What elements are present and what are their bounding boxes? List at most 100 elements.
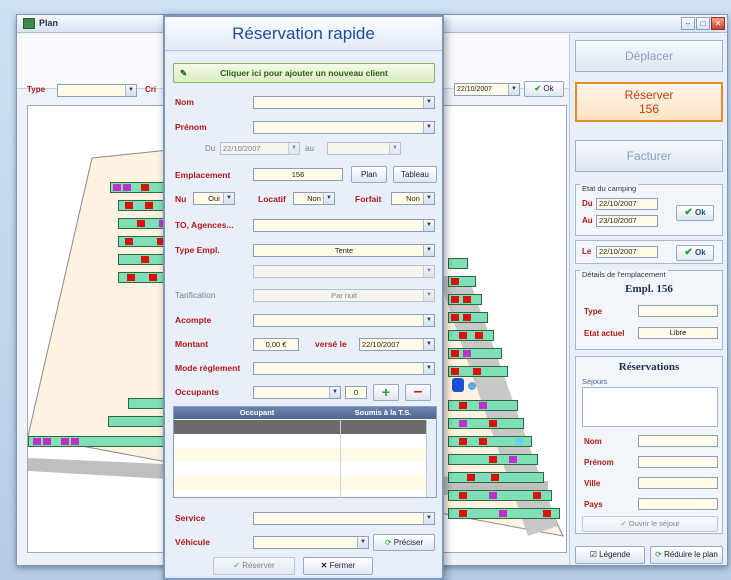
plan-ok-button[interactable]: ✔ Ok xyxy=(524,81,564,97)
remove-occupant-button[interactable]: – xyxy=(405,384,431,401)
date-le-group: Le 22/10/2007 ✔ Ok xyxy=(575,240,723,264)
table-row[interactable] xyxy=(174,448,426,462)
empl-title: Empl. 156 xyxy=(625,283,673,295)
au-date[interactable]: ▼ xyxy=(327,142,401,155)
emplacement-field[interactable]: 156 xyxy=(253,168,343,181)
dialog-body: ✎ Cliquer ici pour ajouter un nouveau cl… xyxy=(165,52,442,576)
site-row[interactable] xyxy=(448,400,518,411)
type-empl-select[interactable]: Tente ▼ xyxy=(253,244,435,257)
occupants-count: 0 xyxy=(353,388,359,397)
montant-field[interactable]: 0,00 € xyxy=(253,338,299,351)
tarification-label: Tarification xyxy=(175,290,216,300)
emplacement-value: 156 xyxy=(291,170,305,179)
chevron-down-icon: ▼ xyxy=(389,143,400,154)
occupants-count-field[interactable]: 0 xyxy=(345,386,367,399)
prenom-select[interactable]: ▼ xyxy=(253,121,435,134)
site-row[interactable] xyxy=(28,436,178,447)
close-icon[interactable]: ✕ xyxy=(711,17,725,30)
chevron-down-icon: ▼ xyxy=(423,122,434,133)
le-date[interactable]: 22/10/2007 xyxy=(596,246,658,258)
site-row[interactable] xyxy=(448,454,538,465)
plan-button[interactable]: Plan xyxy=(351,166,387,183)
nu-select[interactable]: Oui ▼ xyxy=(193,192,235,205)
site-row[interactable] xyxy=(448,294,482,305)
reduire-plan-button[interactable]: ⟳ Réduire le plan xyxy=(650,546,723,564)
montant-label: Montant xyxy=(175,339,209,349)
preciser-button[interactable]: ⟳ Préciser xyxy=(373,534,435,551)
reserver-dialog-button[interactable]: ✔ Réserver xyxy=(213,557,295,575)
site-row[interactable] xyxy=(448,312,488,323)
etat-au-date[interactable]: 23/10/2007 xyxy=(596,215,658,227)
type-empl-sub-select[interactable]: ▼ xyxy=(253,265,435,278)
chevron-down-icon: ▼ xyxy=(288,143,299,154)
sejours-list[interactable] xyxy=(582,387,718,427)
service-select[interactable]: ▼ xyxy=(253,512,435,525)
site-row[interactable] xyxy=(448,348,502,359)
prenom-label: Prénom xyxy=(175,122,207,132)
occupants-table-header: Occupant Soumis à la T.S. xyxy=(174,407,436,419)
site-row[interactable] xyxy=(448,472,544,483)
add-client-button[interactable]: ✎ Cliquer ici pour ajouter un nouveau cl… xyxy=(173,63,435,83)
plan-date-select[interactable]: 22/10/2007 ▼ xyxy=(454,83,520,96)
site-row[interactable] xyxy=(448,258,468,269)
du-date[interactable]: 22/10/2007 ▼ xyxy=(220,142,300,155)
site-row[interactable] xyxy=(448,508,560,519)
site-row[interactable] xyxy=(448,418,524,429)
site-row[interactable] xyxy=(448,436,532,447)
table-row[interactable] xyxy=(174,476,426,490)
reserver-site-number: 156 xyxy=(638,102,660,116)
emplacement-label: Emplacement xyxy=(175,170,231,180)
du-label: Du xyxy=(205,144,216,153)
locatif-select[interactable]: Non ▼ xyxy=(293,192,335,205)
etat-du-value: 22/10/2007 xyxy=(599,199,637,208)
chevron-down-icon: ▼ xyxy=(423,290,434,301)
table-scrollbar[interactable] xyxy=(426,420,436,497)
sejours-label: Séjours xyxy=(582,377,608,386)
occupants-select[interactable]: ▼ xyxy=(253,386,341,399)
verse-date[interactable]: 22/10/2007 ▼ xyxy=(359,338,435,351)
site-row[interactable] xyxy=(448,366,508,377)
site-row[interactable] xyxy=(448,490,552,501)
sanitary-icon xyxy=(452,378,464,392)
acompte-select[interactable]: ▼ xyxy=(253,314,435,327)
site-row[interactable] xyxy=(110,182,170,193)
table-row[interactable] xyxy=(174,434,426,448)
le-ok-button[interactable]: ✔ Ok xyxy=(676,245,714,261)
chevron-down-icon: ▼ xyxy=(423,363,434,374)
chevron-down-icon: ▼ xyxy=(423,220,434,231)
add-occupant-button[interactable]: + xyxy=(373,384,399,401)
vehicule-select[interactable]: ▼ xyxy=(253,536,369,549)
deplacer-button[interactable]: Déplacer xyxy=(575,40,723,72)
forfait-select[interactable]: Non ▼ xyxy=(391,192,435,205)
verse-label: versé le xyxy=(315,339,347,349)
etat-du-label: Du xyxy=(582,199,593,208)
mode-reglement-select[interactable]: ▼ xyxy=(253,362,435,375)
res-ville-label: Ville xyxy=(584,479,601,488)
maximize-icon[interactable]: □ xyxy=(696,17,710,30)
to-agences-select[interactable]: ▼ xyxy=(253,219,435,232)
etat-du-date[interactable]: 22/10/2007 xyxy=(596,198,658,210)
minimize-icon[interactable]: – xyxy=(681,17,695,30)
site-row[interactable] xyxy=(448,330,494,341)
nom-select[interactable]: ▼ xyxy=(253,96,435,109)
reservations-group: Réservations Séjours Nom Prénom Ville Pa… xyxy=(575,356,723,534)
le-value: 22/10/2007 xyxy=(599,247,637,256)
occupants-label: Occupants xyxy=(175,387,219,397)
montant-value: 0,00 € xyxy=(265,340,287,349)
type-empl-label: Type Empl. xyxy=(175,245,220,255)
table-row[interactable] xyxy=(174,462,426,476)
ouvrir-sejour-button[interactable]: ✔ Ouvrir le séjour xyxy=(582,516,718,532)
legende-button[interactable]: ☑ Légende xyxy=(575,546,645,564)
tarification-select[interactable]: Par nuit ▼ xyxy=(253,289,435,302)
tableau-button[interactable]: Tableau xyxy=(393,166,437,183)
etat-ok-button[interactable]: ✔ Ok xyxy=(676,205,714,221)
forfait-label: Forfait xyxy=(355,194,382,204)
site-row[interactable] xyxy=(448,276,476,287)
type-select[interactable]: ▼ xyxy=(57,84,137,97)
facturer-button[interactable]: Facturer xyxy=(575,140,723,172)
dialog-title: Réservation rapide xyxy=(165,17,442,51)
mode-reglement-label: Mode règlement xyxy=(175,363,241,373)
fermer-button[interactable]: ✕ Fermer xyxy=(303,557,373,575)
table-row[interactable] xyxy=(174,420,426,434)
reserver-button[interactable]: Réserver 156 xyxy=(575,82,723,122)
